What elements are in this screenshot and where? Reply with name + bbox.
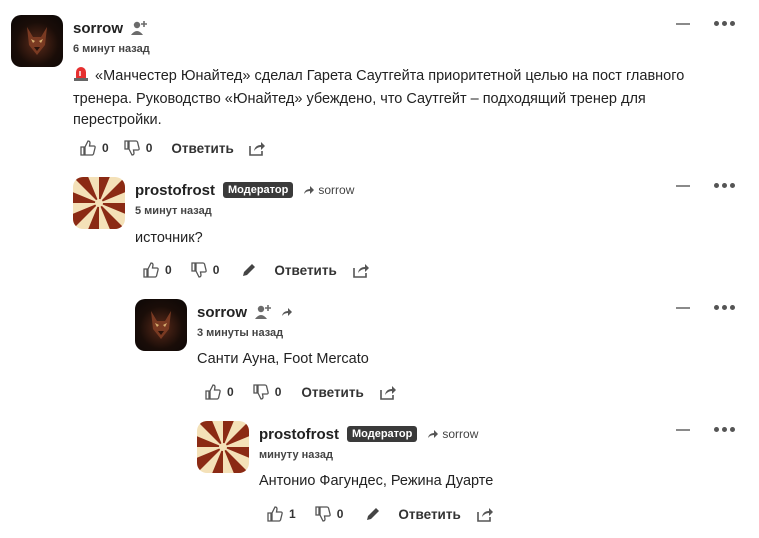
comment-menu (676, 21, 735, 26)
dislike-count: 0 (274, 385, 282, 399)
comment: sorrow 6 минут назад «Манчестер Юнайтед»… (11, 15, 735, 165)
avatar[interactable] (197, 421, 249, 473)
like-button[interactable]: 0 (80, 140, 109, 156)
timestamp: 5 минут назад (135, 205, 212, 217)
fox-avatar-icon (27, 27, 47, 55)
like-button[interactable]: 1 (267, 506, 296, 522)
comment-actions: 1 0 Ответить (267, 506, 493, 522)
share-icon[interactable] (476, 507, 493, 522)
more-icon[interactable] (714, 427, 735, 432)
author-name[interactable]: sorrow (73, 20, 123, 37)
author-name[interactable]: sorrow (197, 304, 247, 321)
edit-icon[interactable] (241, 262, 257, 278)
thumbs-down-icon (191, 262, 207, 278)
timestamp: 3 минуты назад (197, 327, 284, 339)
like-count: 0 (227, 385, 234, 399)
author-row: sorrow (197, 303, 293, 321)
share-icon[interactable] (248, 141, 265, 156)
reply-arrow-icon (428, 430, 439, 438)
dislike-count: 0 (212, 263, 220, 277)
collapse-icon[interactable] (676, 428, 690, 431)
comment-actions: 0 0 Ответить (205, 384, 396, 400)
like-button[interactable]: 0 (205, 384, 234, 400)
add-user-icon[interactable] (131, 20, 149, 36)
comment-menu (676, 427, 735, 432)
avatar[interactable] (73, 177, 125, 229)
siren-emoji-icon (73, 64, 89, 89)
dislike-button[interactable]: 0 (253, 384, 282, 400)
like-count: 1 (289, 507, 296, 521)
timestamp: 6 минут назад (73, 43, 150, 55)
share-icon[interactable] (379, 385, 396, 400)
add-user-icon[interactable] (255, 304, 273, 320)
reply-button[interactable]: Ответить (171, 141, 233, 156)
comment-text-line: тренера. Руководство «Юнайтед» убеждено,… (73, 91, 646, 107)
like-button[interactable]: 0 (143, 262, 172, 278)
thumbs-down-icon (253, 384, 269, 400)
comment-text-line: перестройки. (73, 112, 162, 128)
sunburst-avatar-icon (197, 421, 249, 473)
dislike-button[interactable]: 0 (191, 262, 220, 278)
comment-text: Санти Ауна, Foot Mercato (197, 351, 369, 367)
reply-arrow-icon (304, 186, 315, 194)
more-icon[interactable] (714, 305, 735, 310)
edit-icon[interactable] (365, 506, 381, 522)
thumbs-up-icon (80, 140, 96, 156)
moderator-badge: Модератор (223, 182, 294, 198)
reply-to[interactable]: sorrow (427, 427, 478, 441)
moderator-badge: Модератор (347, 426, 418, 442)
author-name[interactable]: prostofrost (259, 426, 339, 443)
author-row: sorrow (73, 19, 149, 37)
thumbs-up-icon (205, 384, 221, 400)
more-icon[interactable] (714, 21, 735, 26)
comment-text-line: «Манчестер Юнайтед» сделал Гарета Саутге… (95, 68, 685, 84)
sunburst-avatar-icon (73, 177, 125, 229)
author-name[interactable]: prostofrost (135, 182, 215, 199)
reply-to-name: sorrow (442, 427, 479, 441)
like-count: 0 (165, 263, 172, 277)
comment: sorrow 3 минуты назад Санти Ауна, Foot M… (135, 299, 735, 404)
fox-avatar-icon (151, 311, 171, 339)
more-icon[interactable] (714, 183, 735, 188)
thumbs-down-icon (124, 140, 140, 156)
reply-button[interactable]: Ответить (274, 263, 336, 278)
reply-button[interactable]: Ответить (398, 507, 460, 522)
collapse-icon[interactable] (676, 306, 690, 309)
thumbs-down-icon (315, 506, 331, 522)
dislike-button[interactable]: 0 (124, 140, 153, 156)
comment-text: источник? (135, 230, 203, 246)
author-row: prostofrost Модератор sorrow (259, 425, 478, 443)
reply-to-name: sorrow (318, 183, 355, 197)
comment: prostofrost Модератор sorrow 5 минут наз… (73, 177, 735, 282)
comment-menu (676, 305, 735, 310)
comment-actions: 0 0 Ответить (80, 140, 265, 156)
dislike-button[interactable]: 0 (315, 506, 344, 522)
share-icon[interactable] (352, 263, 369, 278)
comment-text: «Манчестер Юнайтед» сделал Гарета Саутге… (73, 64, 753, 131)
dislike-count: 0 (145, 141, 153, 155)
timestamp: минуту назад (259, 449, 333, 461)
reply-button[interactable]: Ответить (301, 385, 363, 400)
comment-actions: 0 0 Ответить (143, 262, 369, 278)
collapse-icon[interactable] (676, 22, 690, 25)
reply-to[interactable]: sorrow (303, 183, 354, 197)
avatar[interactable] (11, 15, 63, 67)
like-count: 0 (102, 141, 109, 155)
avatar[interactable] (135, 299, 187, 351)
thumbs-up-icon (143, 262, 159, 278)
comment-text: Антонио Фагундес, Режина Дуарте (259, 473, 494, 489)
comment: prostofrost Модератор sorrow минуту наза… (197, 421, 735, 526)
author-row: prostofrost Модератор sorrow (135, 181, 354, 199)
thumbs-up-icon (267, 506, 283, 522)
collapse-icon[interactable] (676, 184, 690, 187)
reply-arrow-icon[interactable] (281, 307, 293, 317)
comment-menu (676, 183, 735, 188)
dislike-count: 0 (336, 507, 344, 521)
